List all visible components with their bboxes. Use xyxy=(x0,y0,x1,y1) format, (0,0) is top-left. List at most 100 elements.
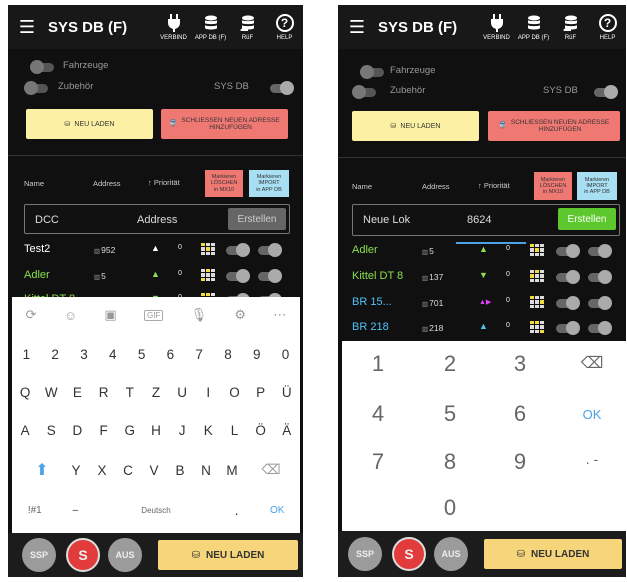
key-ae[interactable]: Ä xyxy=(275,423,299,438)
symbols-key[interactable]: !#1 xyxy=(20,505,50,516)
key-8[interactable]: 8 xyxy=(216,347,240,362)
shift-icon[interactable]: ⬆ xyxy=(22,460,62,480)
loeschen-toggle[interactable] xyxy=(556,296,580,310)
erstellen-button[interactable]: Erstellen xyxy=(558,208,616,230)
key-2[interactable]: 2 xyxy=(43,347,67,362)
ruef-button[interactable]: RüF xyxy=(552,13,589,41)
help-button[interactable]: ? HELP xyxy=(589,13,626,41)
rotate-icon[interactable]: ⟳ xyxy=(26,307,37,323)
erstellen-button[interactable]: Erstellen xyxy=(228,208,286,230)
num-key-1[interactable]: 1 xyxy=(358,351,398,377)
num-key-2[interactable]: 2 xyxy=(430,351,470,377)
aus-button[interactable]: AUS xyxy=(434,537,468,571)
loeschen-toggle[interactable] xyxy=(226,269,250,283)
more-icon[interactable]: ⋯ xyxy=(273,307,286,323)
direction-icon[interactable]: ▲ xyxy=(479,244,488,254)
neu-laden-button[interactable]: ⛁ NEU LADEN xyxy=(26,109,153,139)
key-e[interactable]: E xyxy=(65,385,89,400)
loeschen-toggle[interactable] xyxy=(226,243,250,257)
key-z[interactable]: Z xyxy=(144,385,168,400)
key-7[interactable]: 7 xyxy=(187,347,211,362)
import-toggle[interactable] xyxy=(588,270,612,284)
aus-button[interactable]: AUS xyxy=(108,538,142,572)
verbind-button[interactable]: VERBIND xyxy=(155,13,192,41)
key-k[interactable]: K xyxy=(196,423,220,438)
key-p[interactable]: P xyxy=(249,385,273,400)
key-i[interactable]: I xyxy=(196,385,220,400)
list-item[interactable]: Adler ▥5 ▲ 0 xyxy=(338,238,626,264)
import-toggle[interactable] xyxy=(258,269,282,283)
settings-icon[interactable]: ⚙ xyxy=(234,307,246,323)
verbind-button[interactable]: VERBIND xyxy=(478,13,515,41)
import-toggle[interactable] xyxy=(588,296,612,310)
sysdb-toggle[interactable] xyxy=(594,85,618,99)
new-entry-input[interactable]: DCC Address Erstellen xyxy=(24,204,290,234)
markieren-import-button[interactable]: Markieren IMPORT in APP DB xyxy=(249,170,289,197)
import-toggle[interactable] xyxy=(258,243,282,257)
key-l[interactable]: L xyxy=(222,423,246,438)
ruef-button[interactable]: RüF xyxy=(229,13,266,41)
num-key-4[interactable]: 4 xyxy=(358,401,398,427)
stop-button[interactable]: S xyxy=(66,538,100,572)
address-input-value[interactable]: 8624 xyxy=(467,214,491,226)
key-5[interactable]: 5 xyxy=(130,347,154,362)
key-o[interactable]: O xyxy=(222,385,246,400)
key-3[interactable]: 3 xyxy=(72,347,96,362)
col-prioritaet[interactable]: ↑ Priorität xyxy=(478,181,510,190)
ssp-button[interactable]: SSP xyxy=(22,538,56,572)
key-d[interactable]: D xyxy=(65,423,89,438)
key-6[interactable]: 6 xyxy=(158,347,182,362)
key-9[interactable]: 9 xyxy=(245,347,269,362)
markieren-import-button[interactable]: Markieren IMPORT in APP DB xyxy=(577,172,617,200)
sysdb-toggle[interactable] xyxy=(270,81,294,95)
schliessen-button[interactable]: 🚆 SCHLIESSEN NEUEN ADRESSE HINZUFÜGEN xyxy=(161,109,288,139)
key-b[interactable]: B xyxy=(168,463,192,478)
neu-laden-bottom-button[interactable]: ⛁ NEU LADEN xyxy=(484,539,622,569)
key-t[interactable]: T xyxy=(118,385,142,400)
key-n[interactable]: N xyxy=(194,463,218,478)
function-grid-icon[interactable] xyxy=(530,321,544,333)
backspace-icon[interactable]: ⌫ xyxy=(572,353,612,373)
key-j[interactable]: J xyxy=(170,423,194,438)
help-button[interactable]: ? HELP xyxy=(266,13,303,41)
hamburger-icon[interactable]: ☰ xyxy=(8,5,46,49)
import-toggle[interactable] xyxy=(588,321,612,335)
ssp-button[interactable]: SSP xyxy=(348,537,382,571)
key-c[interactable]: C xyxy=(116,463,140,478)
key-g[interactable]: G xyxy=(118,423,142,438)
space-key[interactable]: Deutsch xyxy=(101,506,211,515)
import-toggle[interactable] xyxy=(588,244,612,258)
loeschen-toggle[interactable] xyxy=(556,270,580,284)
function-grid-icon[interactable] xyxy=(530,296,544,308)
function-grid-icon[interactable] xyxy=(201,269,215,281)
num-key-8[interactable]: 8 xyxy=(430,449,470,475)
key-r[interactable]: R xyxy=(92,385,116,400)
mic-icon[interactable]: 🎙 xyxy=(191,307,208,323)
function-grid-icon[interactable] xyxy=(201,243,215,255)
key-a[interactable]: A xyxy=(13,423,37,438)
num-key-0[interactable]: 0 xyxy=(430,495,470,521)
key-ue[interactable]: Ü xyxy=(275,385,299,400)
loeschen-toggle[interactable] xyxy=(556,244,580,258)
loeschen-toggle[interactable] xyxy=(556,321,580,335)
key-4[interactable]: 4 xyxy=(101,347,125,362)
hamburger-icon[interactable]: ☰ xyxy=(338,5,376,49)
list-item[interactable]: BR 218 ▥218 ▲ 0 xyxy=(338,315,626,341)
sticker-icon[interactable]: ▣ xyxy=(104,307,116,323)
list-item[interactable]: BR 15... ▥701 ▲▶ 0 xyxy=(338,290,626,316)
num-key-6[interactable]: 6 xyxy=(500,401,540,427)
num-key-9[interactable]: 9 xyxy=(500,449,540,475)
app-db-button[interactable]: APP DB (F) xyxy=(515,13,552,41)
dash-key[interactable]: – xyxy=(65,505,85,516)
key-h[interactable]: H xyxy=(144,423,168,438)
fahrzeuge-toggle[interactable] xyxy=(30,60,54,74)
key-v[interactable]: V xyxy=(142,463,166,478)
app-db-button[interactable]: APP DB (F) xyxy=(192,13,229,41)
key-oe[interactable]: Ö xyxy=(249,423,273,438)
dot-dash-key[interactable]: . - xyxy=(572,451,612,467)
key-x[interactable]: X xyxy=(90,463,114,478)
zubehoer-toggle[interactable] xyxy=(352,85,376,99)
function-grid-icon[interactable] xyxy=(530,270,544,282)
key-f[interactable]: F xyxy=(92,423,116,438)
list-item[interactable]: Kittel DT 8 ▥137 ▼ 0 xyxy=(338,264,626,290)
